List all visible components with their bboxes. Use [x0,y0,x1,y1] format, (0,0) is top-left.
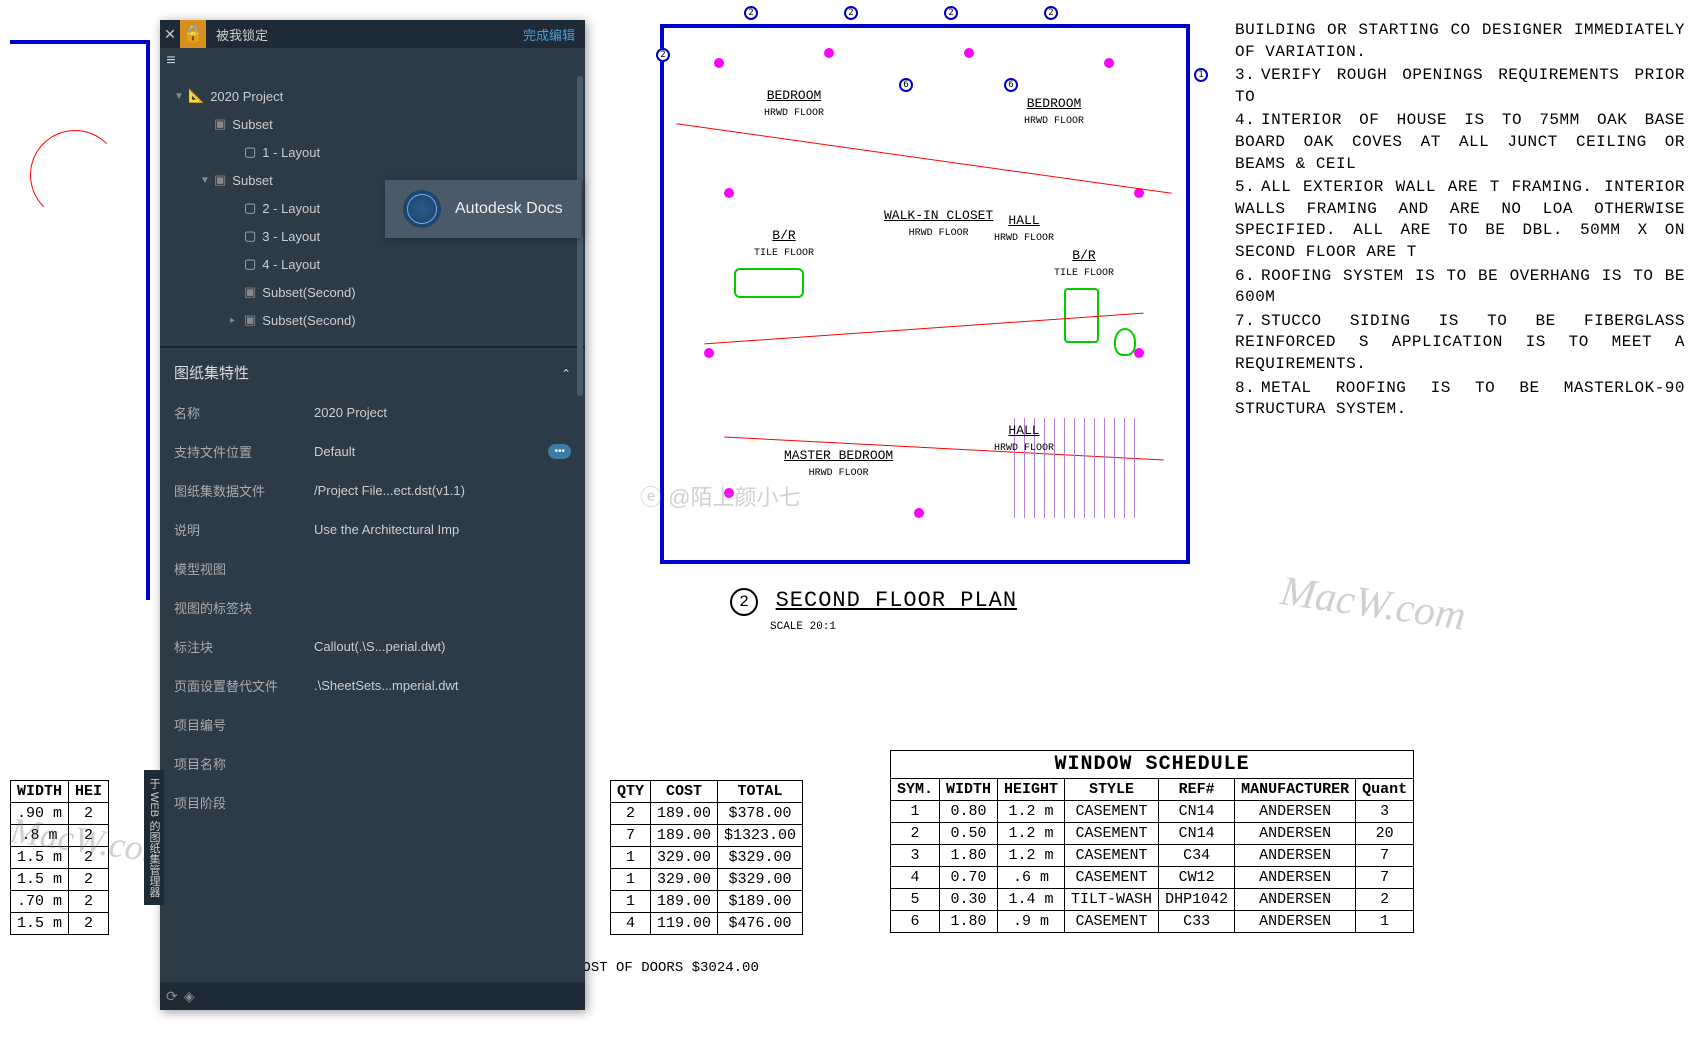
property-row[interactable]: 标注块Callout(.\S...perial.dwt) [160,627,585,666]
marker: 2 [744,6,758,20]
toilet-fixture [1114,328,1136,356]
globe-icon [403,190,441,228]
room-label: B/RTILE FLOOR [754,228,814,260]
properties-header[interactable]: 图纸集特性 ⌄ [160,352,585,393]
symbol-dot [704,348,714,358]
view-number-circle: 2 [730,588,758,616]
chevron-down-icon: ⌄ [561,366,571,380]
property-row[interactable]: 图纸集数据文件/Project File...ect.dst(v1.1) [160,471,585,510]
room-label: WALK-IN CLOSETHRWD FLOOR [884,208,993,240]
property-row[interactable]: 项目名称 [160,744,585,783]
cost-table: QTYCOSTTOTAL2189.00$378.007189.00$1323.0… [610,780,803,935]
room-label: B/RTILE FLOOR [1054,248,1114,280]
menu-icon[interactable]: ≡ [160,48,182,74]
property-row[interactable]: 支持文件位置Default••• [160,432,585,471]
close-icon[interactable]: ✕ [160,26,180,43]
tree-item-subset[interactable]: ▣Subset [160,110,585,138]
general-notes: BUILDING OR STARTING CO DESIGNER IMMEDIA… [1235,20,1685,423]
property-row[interactable]: 项目阶段 [160,783,585,822]
note-item: BUILDING OR STARTING CO DESIGNER IMMEDIA… [1235,20,1685,63]
plan-title: 2 SECOND FLOOR PLAN SCALE 20:1 [730,588,1017,634]
footer-icon-1[interactable]: ⟳ [166,988,178,1005]
marker: 2 [944,6,958,20]
note-item: 6.ROOFING SYSTEM IS TO BE OVERHANG IS TO… [1235,266,1685,309]
more-button[interactable]: ••• [548,444,571,459]
marker: 2 [844,6,858,20]
symbol-dot [914,508,924,518]
tree-item-subset-second-[interactable]: ▸▣Subset(Second) [160,306,585,334]
note-item: 5.ALL EXTERIOR WALL ARE T FRAMING. INTER… [1235,177,1685,263]
property-row[interactable]: 页面设置替代文件.\SheetSets...mperial.dwt [160,666,585,705]
marker: 1 [1194,68,1208,82]
room-label: MASTER BEDROOMHRWD FLOOR [784,448,893,480]
partial-plan-left: 1 [10,40,150,600]
room-label: BEDROOMHRWD FLOOR [1024,96,1084,128]
note-item: 7.STUCCO SIDING IS TO BE FIBERGLASS REIN… [1235,311,1685,376]
finish-edit-link[interactable]: 完成编辑 [513,25,585,44]
tooltip-label: Autodesk Docs [455,200,563,218]
symbol-dot [724,488,734,498]
property-row[interactable]: 项目编号 [160,705,585,744]
marker: 6 [899,78,913,92]
marker: 2 [656,48,670,62]
panel-vertical-label: 于 WEB 的图纸集管理器 [144,770,164,905]
note-item: 3.VERIFY ROUGH OPENINGS REQUIREMENTS PRI… [1235,65,1685,108]
lock-icon: 🔒 [180,20,206,48]
tree-item-1-layout[interactable]: ▢1 - Layout [160,138,585,166]
room-label: HALLHRWD FLOOR [994,423,1054,455]
tree-item-2020-project[interactable]: ▼📐2020 Project [160,82,585,110]
marker: 6 [1004,78,1018,92]
floor-plan[interactable]: 2 2 2 2 2 1 6 6 BEDROOMHRWD FLOORBEDROOM… [660,24,1190,564]
property-row[interactable]: 视图的标签块 [160,588,585,627]
property-row[interactable]: 说明Use the Architectural Imp [160,510,585,549]
wiring [676,123,1171,194]
footer-icon-2[interactable]: ◈ [184,988,195,1005]
symbol-dot [724,188,734,198]
property-row[interactable]: 名称2020 Project [160,393,585,432]
door-schedule-partial: WIDTHHEI.90 m2.8 m21.5 m21.5 m2.70 m21.5… [10,780,109,935]
tree-item-4-layout[interactable]: ▢4 - Layout [160,250,585,278]
room-label: HALLHRWD FLOOR [994,213,1054,245]
note-item: 8.METAL ROOFING IS TO BE MASTERLOK-90 ST… [1235,378,1685,421]
symbol-dot [714,58,724,68]
marker: 2 [1044,6,1058,20]
window-schedule-table: WINDOW SCHEDULESYM.WIDTHHEIGHTSTYLEREF#M… [890,750,1414,933]
panel-lock-title: 被我锁定 [206,25,513,44]
bathtub-fixture [734,268,804,298]
note-item: 4.INTERIOR OF HOUSE IS TO 75MM OAK BASE … [1235,110,1685,175]
property-row[interactable]: 模型视图 [160,549,585,588]
symbol-dot [1104,58,1114,68]
symbol-dot [964,48,974,58]
sheet-set-manager-panel: ✕ 🔒 被我锁定 完成编辑 ≡ ▼📐2020 Project▣Subset▢1 … [160,20,585,1010]
tree-item-subset-second-[interactable]: ▣Subset(Second) [160,278,585,306]
symbol-dot [824,48,834,58]
symbol-dot [1134,348,1144,358]
room-label: BEDROOMHRWD FLOOR [764,88,824,120]
panel-footer: ⟳ ◈ [160,982,585,1010]
autodesk-docs-tooltip: Autodesk Docs [385,180,581,238]
